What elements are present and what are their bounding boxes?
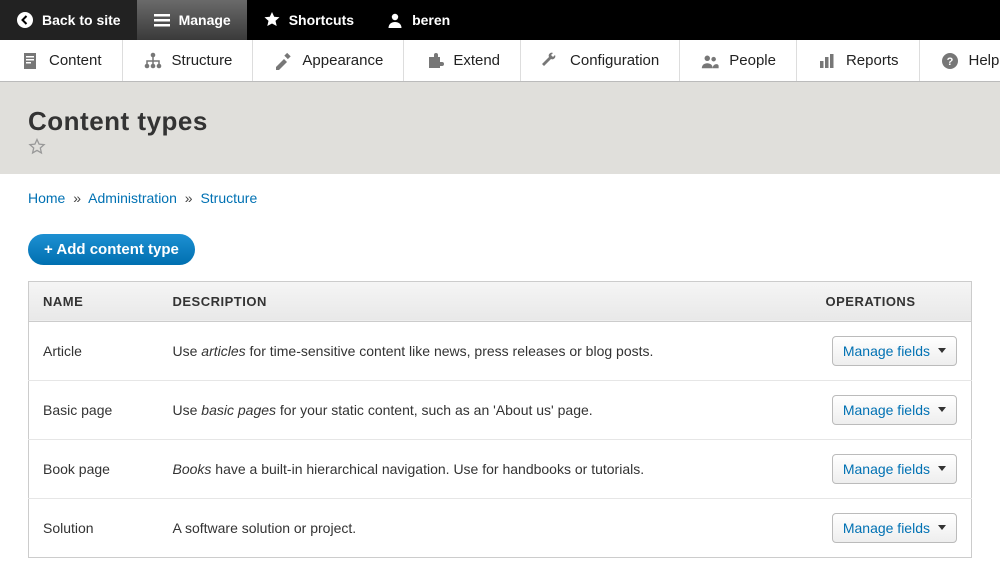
star-outline-icon: [28, 138, 46, 156]
cell-description: Use basic pages for your static content,…: [159, 380, 812, 439]
admin-tab-reports[interactable]: Reports: [797, 40, 920, 81]
structure-icon: [143, 51, 163, 71]
chevron-down-icon: [938, 407, 946, 412]
shortcut-star-button[interactable]: [28, 138, 972, 156]
star-icon: [263, 11, 281, 29]
content-types-table: NAME DESCRIPTION OPERATIONS ArticleUse a…: [28, 281, 972, 558]
breadcrumb-separator: »: [73, 190, 81, 206]
breadcrumb-admin[interactable]: Administration: [88, 190, 177, 206]
back-to-site-button[interactable]: Back to site: [0, 0, 137, 40]
hamburger-icon: [153, 11, 171, 29]
cell-name: Article: [29, 321, 159, 380]
admin-tab-label: Structure: [172, 52, 233, 69]
extend-icon: [424, 51, 444, 71]
cell-operations: Manage fields: [812, 321, 972, 380]
content-icon: [20, 51, 40, 71]
cell-operations: Manage fields: [812, 380, 972, 439]
page-title: Content types: [28, 106, 208, 137]
svg-text:?: ?: [946, 56, 953, 68]
col-operations-header: OPERATIONS: [812, 281, 972, 321]
admin-tab-label: Configuration: [570, 52, 659, 69]
admin-tab-label: Content: [49, 52, 102, 69]
title-region: Content types: [0, 82, 1000, 174]
admin-tab-label: Reports: [846, 52, 899, 69]
admin-tab-label: Extend: [453, 52, 500, 69]
reports-icon: [817, 51, 837, 71]
col-description-header: DESCRIPTION: [159, 281, 812, 321]
cell-name: Basic page: [29, 380, 159, 439]
manage-fields-button[interactable]: Manage fields: [832, 454, 957, 484]
manage-button[interactable]: Manage: [137, 0, 247, 40]
shortcuts-label: Shortcuts: [289, 12, 354, 28]
user-menu-button[interactable]: beren: [370, 0, 466, 40]
manage-fields-button[interactable]: Manage fields: [832, 336, 957, 366]
table-row: SolutionA software solution or project. M…: [29, 498, 972, 557]
cell-description: A software solution or project.: [159, 498, 812, 557]
manage-fields-button[interactable]: Manage fields: [832, 513, 957, 543]
back-arrow-icon: [16, 11, 34, 29]
chevron-down-icon: [938, 525, 946, 530]
table-row: Basic pageUse basic pages for your stati…: [29, 380, 972, 439]
admin-menu: Content Structure Appearance Extend Conf…: [0, 40, 1000, 82]
admin-tab-content[interactable]: Content: [0, 40, 123, 81]
breadcrumb-structure[interactable]: Structure: [200, 190, 257, 206]
table-row: Book pageBooks have a built-in hierarchi…: [29, 439, 972, 498]
cell-name: Book page: [29, 439, 159, 498]
table-row: ArticleUse articles for time-sensitive c…: [29, 321, 972, 380]
admin-tab-appearance[interactable]: Appearance: [253, 40, 404, 81]
cell-description: Books have a built-in hierarchical navig…: [159, 439, 812, 498]
admin-tab-label: Appearance: [302, 52, 383, 69]
add-content-type-button[interactable]: + Add content type: [28, 234, 195, 265]
back-to-site-label: Back to site: [42, 12, 121, 28]
people-icon: [700, 51, 720, 71]
chevron-down-icon: [938, 348, 946, 353]
manage-fields-label: Manage fields: [843, 461, 930, 477]
breadcrumb-home[interactable]: Home: [28, 190, 65, 206]
chevron-down-icon: [938, 466, 946, 471]
admin-tab-label: People: [729, 52, 776, 69]
breadcrumb: Home » Administration » Structure: [0, 174, 1000, 214]
admin-tab-people[interactable]: People: [680, 40, 797, 81]
admin-tab-extend[interactable]: Extend: [404, 40, 521, 81]
help-icon: ?: [940, 51, 960, 71]
cell-operations: Manage fields: [812, 498, 972, 557]
appearance-icon: [273, 51, 293, 71]
admin-tab-configuration[interactable]: Configuration: [521, 40, 680, 81]
user-label: beren: [412, 12, 450, 28]
admin-tab-structure[interactable]: Structure: [123, 40, 254, 81]
toolbar: Back to site Manage Shortcuts beren: [0, 0, 1000, 40]
cell-description: Use articles for time-sensitive content …: [159, 321, 812, 380]
cell-operations: Manage fields: [812, 439, 972, 498]
manage-fields-label: Manage fields: [843, 520, 930, 536]
page-content: + Add content type NAME DESCRIPTION OPER…: [0, 214, 1000, 588]
breadcrumb-separator: »: [185, 190, 193, 206]
user-icon: [386, 11, 404, 29]
manage-fields-button[interactable]: Manage fields: [832, 395, 957, 425]
manage-fields-label: Manage fields: [843, 343, 930, 359]
cell-name: Solution: [29, 498, 159, 557]
configuration-icon: [541, 51, 561, 71]
admin-tab-label: Help: [969, 52, 1000, 69]
col-name-header: NAME: [29, 281, 159, 321]
manage-label: Manage: [179, 12, 231, 28]
admin-tab-help[interactable]: ? Help: [920, 40, 1000, 81]
manage-fields-label: Manage fields: [843, 402, 930, 418]
shortcuts-button[interactable]: Shortcuts: [247, 0, 370, 40]
